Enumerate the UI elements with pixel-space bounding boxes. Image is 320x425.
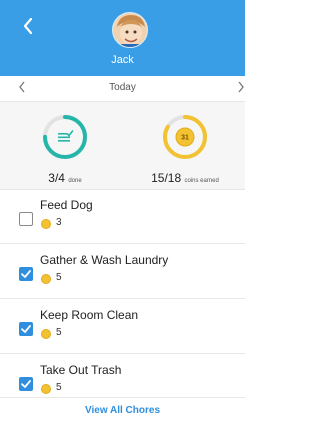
coins-earned-stat: 31 15/18 coins earned xyxy=(125,112,245,185)
avatar xyxy=(112,12,148,48)
chores-done-count: 3/4 xyxy=(48,171,65,185)
chevron-left-icon xyxy=(23,17,33,35)
chore-coin-value: 5 xyxy=(56,382,62,393)
coin-icon xyxy=(41,384,51,394)
chore-coin-value: 5 xyxy=(56,272,62,283)
chores-done-label: done xyxy=(68,178,82,184)
date-navigation: Today xyxy=(0,76,245,102)
chore-name: Feed Dog xyxy=(40,198,93,212)
chore-checkbox[interactable] xyxy=(19,267,33,281)
chevron-right-icon xyxy=(238,81,244,93)
chore-coin-value: 5 xyxy=(56,327,62,338)
chore-checkbox[interactable] xyxy=(19,212,33,226)
footer: View All Chores xyxy=(0,398,245,425)
coin-badge-value: 31 xyxy=(181,135,189,142)
chore-checkbox[interactable] xyxy=(19,322,33,336)
chore-name: Gather & Wash Laundry xyxy=(40,253,169,267)
chores-progress-ring xyxy=(43,115,87,159)
next-day-button[interactable] xyxy=(237,79,245,97)
chore-name: Keep Room Clean xyxy=(40,308,139,322)
checkmark-icon xyxy=(21,380,31,388)
chore-item[interactable]: Keep Room Clean 5 xyxy=(0,300,245,354)
coins-earned-count: 15/18 xyxy=(151,171,182,185)
chore-name: Take Out Trash xyxy=(40,363,122,377)
stats-panel: 3/4 done 31 15/18 coins earned xyxy=(0,102,245,190)
child-name: Jack xyxy=(111,54,134,66)
coin-icon xyxy=(41,219,51,229)
coins-progress-ring: 31 xyxy=(163,115,207,159)
coins-earned-label: coins earned xyxy=(184,178,219,184)
chore-item[interactable]: Feed Dog 3 xyxy=(0,190,245,244)
checkmark-icon xyxy=(21,270,31,278)
child-photo xyxy=(113,13,147,47)
back-button[interactable] xyxy=(22,16,42,40)
coin-icon xyxy=(41,329,51,339)
checklist-icon xyxy=(58,130,74,142)
chore-item[interactable]: Gather & Wash Laundry 5 xyxy=(0,245,245,299)
date-label: Today xyxy=(109,82,136,93)
checkmark-icon xyxy=(21,325,31,333)
view-all-chores-link[interactable]: View All Chores xyxy=(85,405,160,416)
app-header: Jack xyxy=(0,0,245,76)
chore-item[interactable]: Take Out Trash 5 xyxy=(0,355,245,398)
chores-done-stat: 3/4 done xyxy=(5,112,125,185)
chore-coin-value: 3 xyxy=(56,217,62,228)
coin-icon xyxy=(41,274,51,284)
chore-checkbox[interactable] xyxy=(19,377,33,391)
